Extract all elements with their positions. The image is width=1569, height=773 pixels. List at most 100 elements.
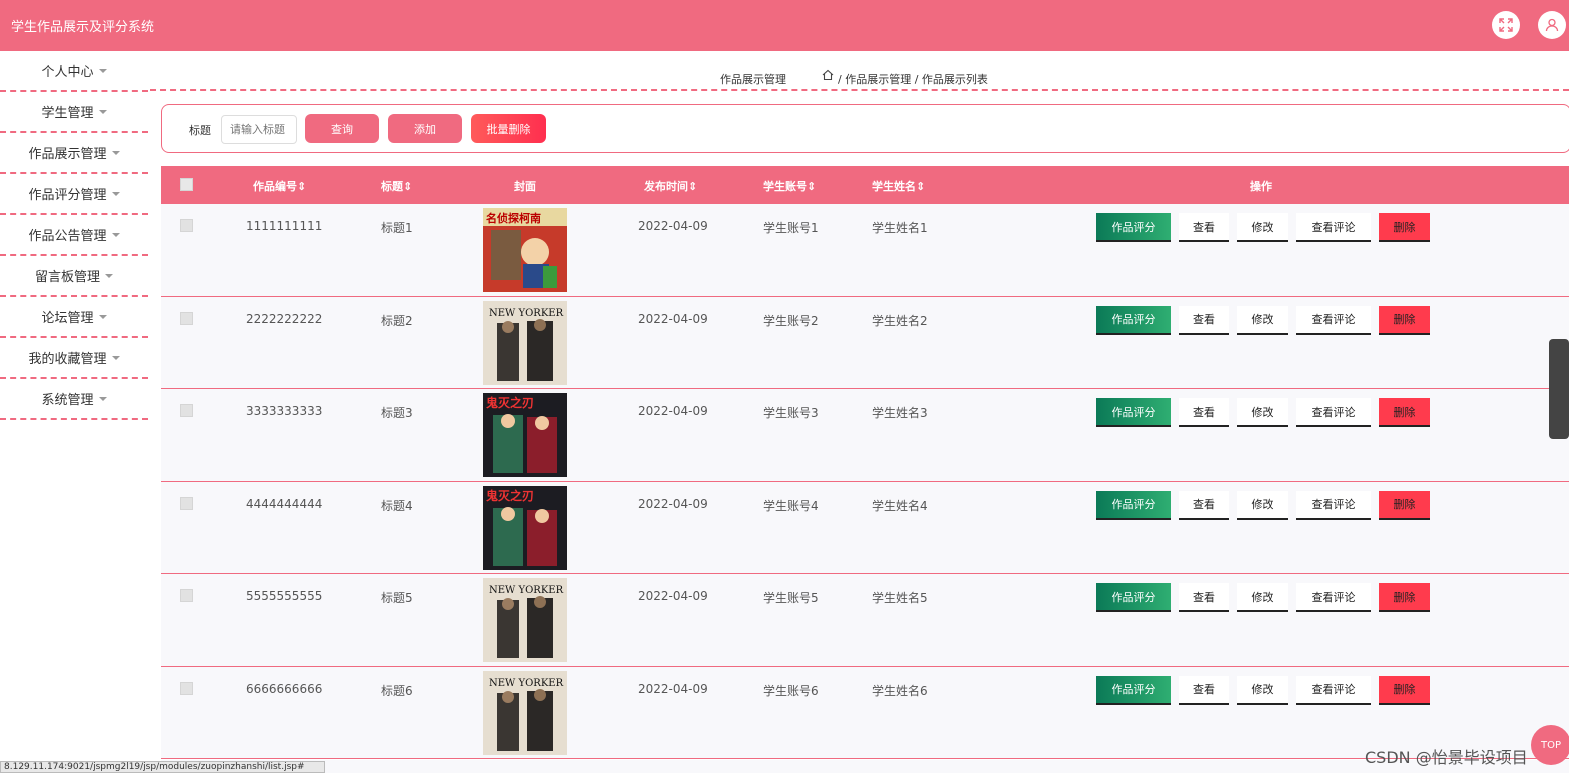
row-checkbox[interactable] — [180, 219, 193, 232]
scrollbar-thumb[interactable] — [1549, 339, 1569, 439]
view-comments-button[interactable]: 查看评论 — [1296, 305, 1371, 335]
back-to-top-button[interactable]: TOP — [1531, 725, 1569, 765]
caret-down-icon — [111, 150, 120, 155]
sidebar-item-works-display[interactable]: 作品展示管理 — [0, 133, 148, 174]
view-button[interactable]: 查看 — [1179, 305, 1229, 335]
works-table: 作品编号⇕ 标题⇕ 封面 发布时间⇕ 学生账号⇕ 学生姓名⇕ 操作 111111… — [161, 166, 1569, 759]
sidebar-item-forum[interactable]: 论坛管理 — [0, 297, 148, 338]
header-title[interactable]: 标题⇕ — [381, 178, 412, 194]
cell-account: 学生账号6 — [763, 683, 819, 698]
sidebar-item-favorites[interactable]: 我的收藏管理 — [0, 338, 148, 379]
caret-down-icon — [98, 396, 107, 401]
cell-title: 标题4 — [381, 498, 413, 513]
cell-date: 2022-04-09 — [638, 681, 708, 696]
caret-down-icon — [98, 109, 107, 114]
delete-button[interactable]: 删除 — [1379, 305, 1430, 335]
header-actions: 操作 — [1250, 180, 1272, 193]
breadcrumb-section: 作品展示管理 — [720, 73, 786, 86]
view-comments-button[interactable]: 查看评论 — [1296, 398, 1371, 427]
rate-button[interactable]: 作品评分 — [1096, 583, 1171, 612]
edit-button[interactable]: 修改 — [1237, 305, 1288, 335]
cell-id: 1111111111 — [246, 219, 323, 233]
view-button[interactable]: 查看 — [1179, 398, 1229, 427]
edit-button[interactable]: 修改 — [1237, 675, 1288, 705]
cell-title: 标题1 — [381, 221, 413, 235]
delete-button[interactable]: 删除 — [1379, 213, 1430, 242]
delete-button[interactable]: 删除 — [1379, 583, 1430, 612]
cell-name: 学生姓名3 — [872, 406, 928, 420]
sidebar-item-works-rating[interactable]: 作品评分管理 — [0, 174, 148, 215]
add-button[interactable]: 添加 — [388, 114, 462, 143]
cell-name: 学生姓名5 — [872, 591, 928, 605]
sidebar-item-students[interactable]: 学生管理 — [0, 92, 148, 133]
table-header: 作品编号⇕ 标题⇕ 封面 发布时间⇕ 学生账号⇕ 学生姓名⇕ 操作 — [161, 166, 1569, 204]
cell-id: 4444444444 — [246, 496, 323, 511]
edit-button[interactable]: 修改 — [1237, 398, 1288, 427]
view-button[interactable]: 查看 — [1179, 490, 1229, 520]
cell-account: 学生账号3 — [763, 406, 819, 420]
view-button[interactable]: 查看 — [1179, 675, 1229, 705]
sidebar-item-message-board[interactable]: 留言板管理 — [0, 256, 148, 297]
rate-button[interactable]: 作品评分 — [1096, 398, 1171, 427]
header-date[interactable]: 发布时间⇕ — [644, 178, 697, 194]
title-search-input[interactable] — [221, 115, 297, 144]
breadcrumb: 作品展示管理 / 作品展示管理 / 作品展示列表 — [150, 51, 1569, 91]
caret-down-icon — [105, 273, 113, 278]
fullscreen-icon[interactable] — [1492, 11, 1520, 39]
row-checkbox[interactable] — [180, 496, 193, 510]
user-icon[interactable] — [1538, 11, 1566, 39]
view-comments-button[interactable]: 查看评论 — [1296, 583, 1371, 612]
cover-image[interactable]: 鬼灭之刃 — [483, 393, 567, 477]
cell-account: 学生账号2 — [763, 313, 819, 328]
sidebar-item-announcements[interactable]: 作品公告管理 — [0, 215, 148, 256]
sidebar-item-profile[interactable]: 个人中心 — [0, 51, 148, 92]
row-checkbox[interactable] — [180, 589, 193, 602]
cover-image[interactable]: 鬼灭之刃 — [483, 485, 567, 570]
sidebar-item-label: 系统管理 — [41, 393, 94, 408]
header-name[interactable]: 学生姓名⇕ — [872, 178, 925, 194]
header-account[interactable]: 学生账号⇕ — [763, 178, 816, 194]
row-checkbox[interactable] — [180, 404, 193, 417]
table-row-partial — [161, 760, 1569, 773]
cell-title: 标题2 — [381, 313, 413, 328]
caret-down-icon — [111, 355, 120, 360]
rate-button[interactable]: 作品评分 — [1096, 213, 1171, 242]
delete-button[interactable]: 删除 — [1379, 398, 1430, 427]
app-title: 学生作品展示及评分系统 — [11, 20, 155, 35]
header-id[interactable]: 作品编号⇕ — [253, 178, 306, 194]
sidebar-item-system[interactable]: 系统管理 — [0, 379, 148, 420]
edit-button[interactable]: 修改 — [1237, 490, 1288, 520]
svg-text:NEW YORKER: NEW YORKER — [489, 308, 564, 319]
row-checkbox[interactable] — [180, 681, 193, 695]
svg-text:鬼灭之刃: 鬼灭之刃 — [486, 488, 534, 503]
view-comments-button[interactable]: 查看评论 — [1296, 213, 1371, 242]
view-comments-button[interactable]: 查看评论 — [1296, 490, 1371, 520]
batch-delete-button[interactable]: 批量删除 — [471, 114, 546, 143]
query-button[interactable]: 查询 — [305, 114, 379, 143]
delete-button[interactable]: 删除 — [1379, 675, 1430, 705]
view-comments-button[interactable]: 查看评论 — [1296, 675, 1371, 705]
svg-text:名侦探柯南: 名侦探柯南 — [486, 211, 541, 225]
cover-image[interactable]: NEW YORKER — [483, 670, 567, 755]
row-checkbox[interactable] — [180, 311, 193, 325]
rate-button[interactable]: 作品评分 — [1096, 305, 1171, 335]
cell-date: 2022-04-09 — [638, 311, 708, 326]
edit-button[interactable]: 修改 — [1237, 213, 1288, 242]
cover-image[interactable]: NEW YORKER — [483, 578, 567, 662]
sidebar-item-label: 论坛管理 — [41, 311, 94, 326]
home-icon[interactable] — [822, 69, 834, 84]
cover-image[interactable]: 名侦探柯南 — [483, 208, 567, 292]
view-button[interactable]: 查看 — [1179, 213, 1229, 242]
rate-button[interactable]: 作品评分 — [1096, 490, 1171, 520]
rate-button[interactable]: 作品评分 — [1096, 675, 1171, 705]
cover-image[interactable]: NEW YORKER — [483, 300, 567, 385]
select-all-checkbox[interactable] — [180, 178, 193, 191]
caret-down-icon — [111, 191, 120, 196]
delete-button[interactable]: 删除 — [1379, 490, 1430, 520]
cell-date: 2022-04-09 — [638, 496, 708, 511]
cell-id: 3333333333 — [246, 404, 323, 418]
sidebar-item-label: 作品评分管理 — [28, 188, 107, 203]
svg-text:NEW YORKER: NEW YORKER — [489, 678, 564, 689]
view-button[interactable]: 查看 — [1179, 583, 1229, 612]
edit-button[interactable]: 修改 — [1237, 583, 1288, 612]
